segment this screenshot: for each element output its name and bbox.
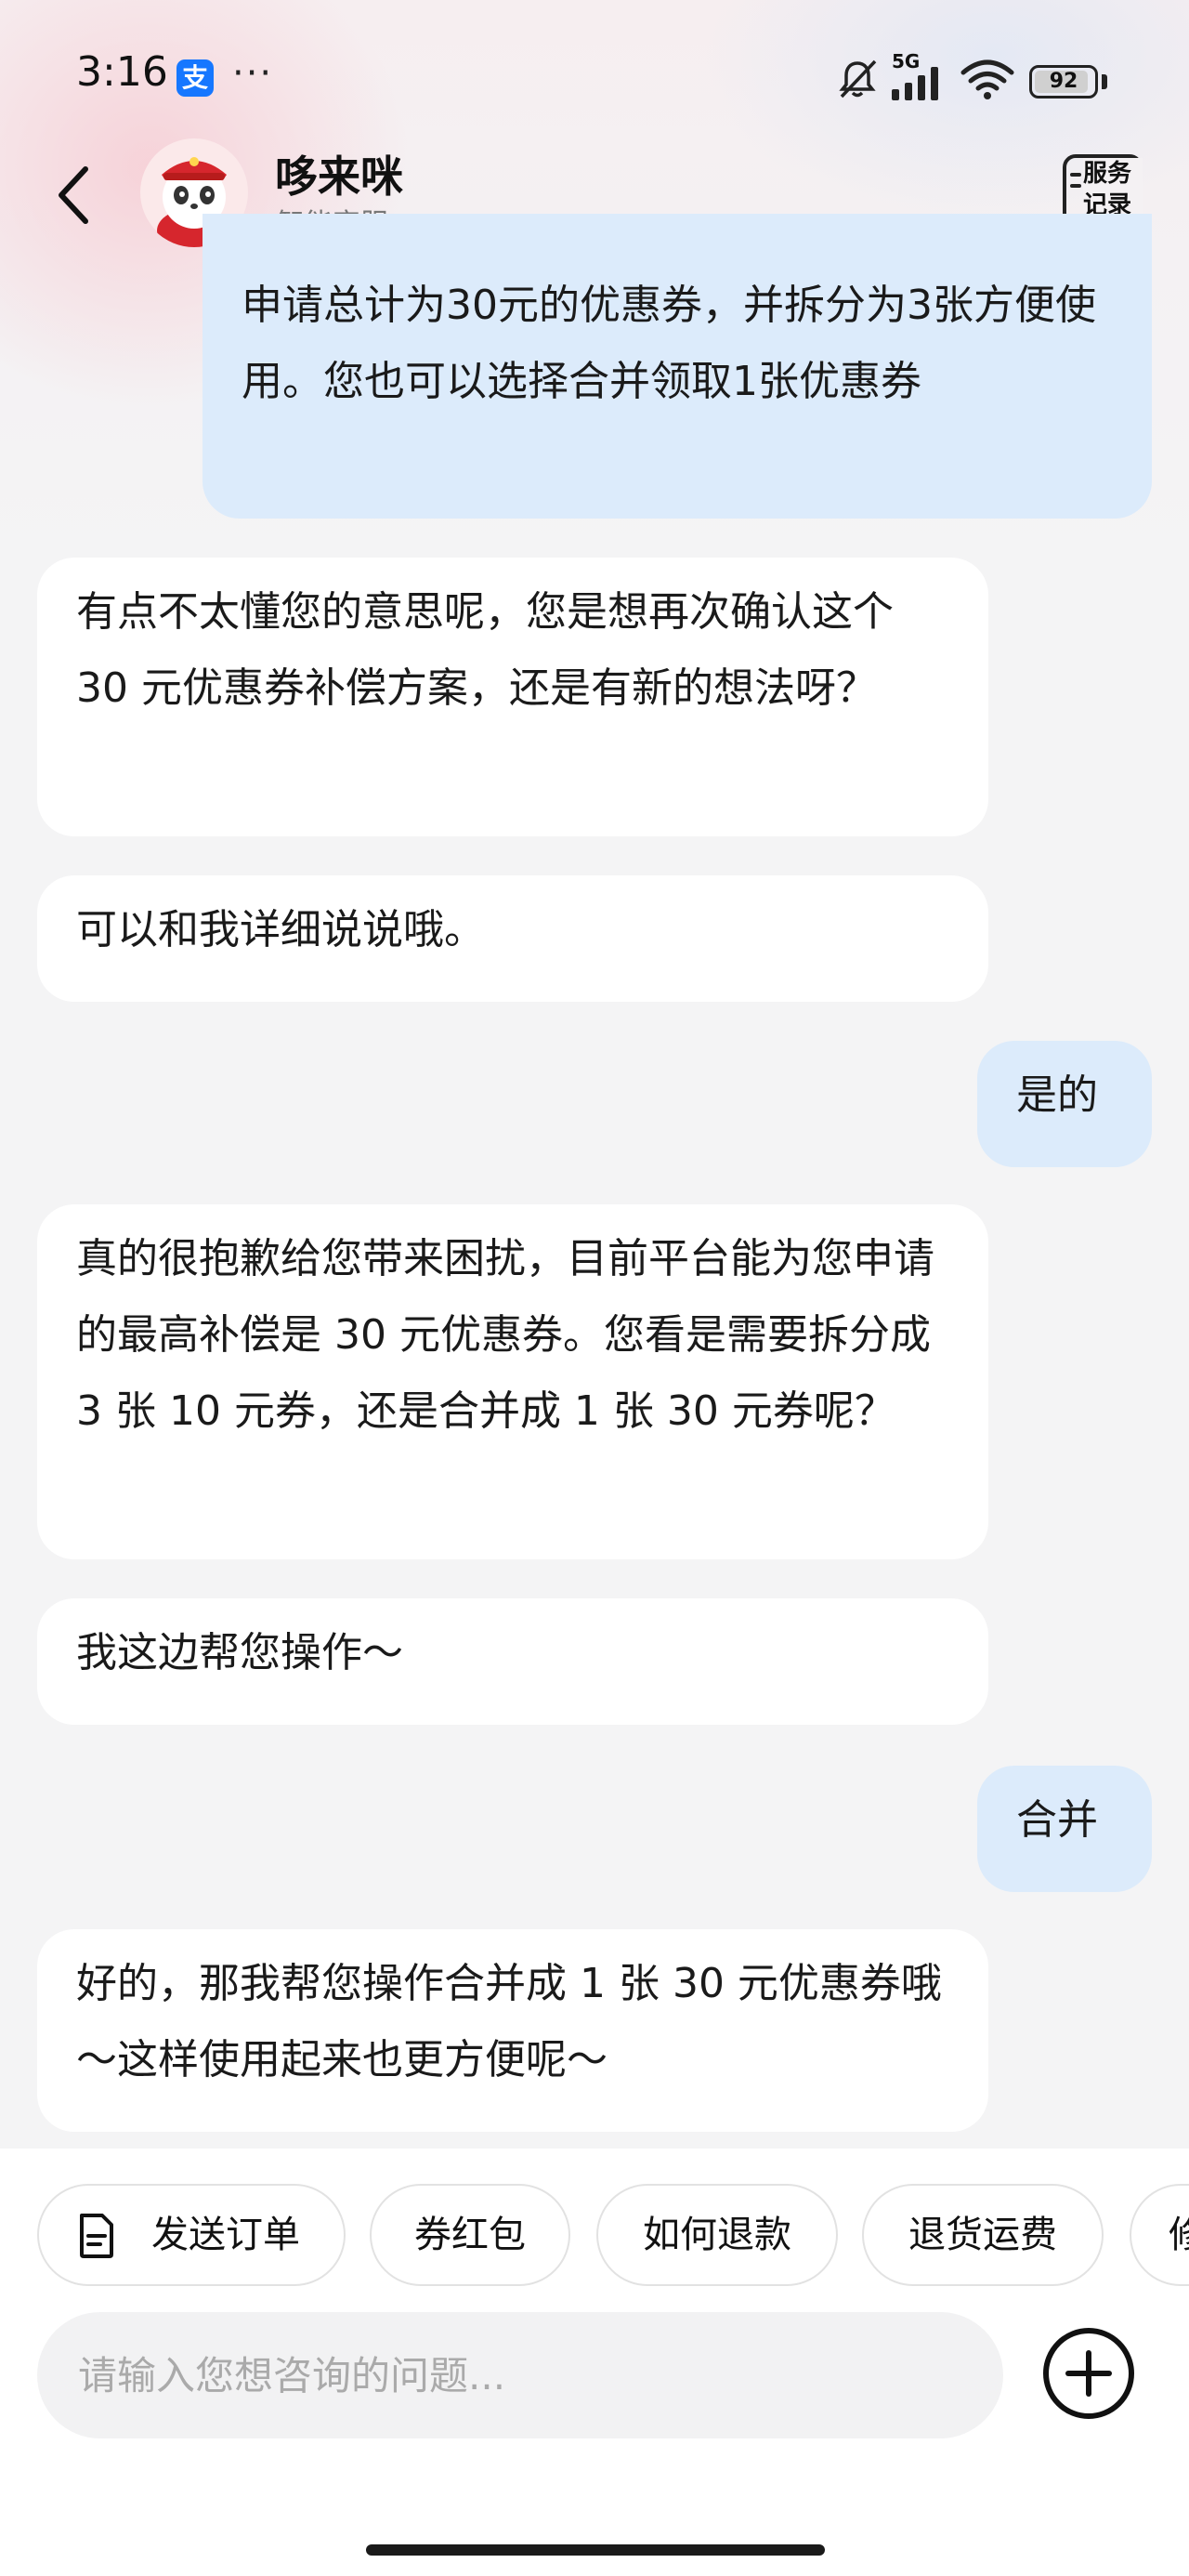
quick-action-more[interactable]: 修 — [1130, 2184, 1189, 2286]
quick-action-bar[interactable]: 发送订单 券红包 如何退款 退货运费 修 — [37, 2184, 1189, 2288]
message-text: 合并 — [1016, 1796, 1098, 1844]
message-text: 我这边帮您操作～ — [76, 1629, 403, 1676]
status-bar: 3:16 支 ··· 5G 92 — [0, 0, 1189, 149]
message-list[interactable]: 申请总计为30元的优惠券，并拆分为3张方便使用。您也可以选择合并领取1张优惠券 … — [0, 214, 1189, 2147]
quick-action-refund[interactable]: 如何退款 — [596, 2184, 838, 2286]
mute-bell-icon — [839, 59, 877, 99]
plus-icon[interactable] — [1040, 2325, 1137, 2422]
bot-message-bubble: 可以和我详细说说哦。 — [37, 875, 988, 1002]
user-message-bubble: 是的 — [977, 1041, 1152, 1167]
quick-action-coupon[interactable]: 券红包 — [370, 2184, 570, 2286]
question-input[interactable] — [37, 2312, 1003, 2438]
more-notifications-icon: ··· — [232, 52, 274, 95]
battery-tip — [1102, 74, 1107, 89]
cellular-signal-icon — [892, 67, 938, 100]
message-text: 好的，那我帮您操作合并成 1 张 30 元优惠券哦～这样使用起来也更方便呢～ — [76, 1960, 942, 2083]
chip-label: 发送订单 — [151, 2214, 300, 2256]
message-text: 可以和我详细说说哦。 — [76, 906, 485, 953]
back-button[interactable] — [46, 158, 102, 232]
service-record-label: 服务 记录 — [1083, 158, 1143, 221]
bot-message-bubble: 真的很抱歉给您带来困扰，目前平台能为您申请的最高补偿是 30 元优惠券。您看是需… — [37, 1204, 988, 1559]
wifi-icon — [960, 59, 1014, 99]
bot-message-bubble: 好的，那我帮您操作合并成 1 张 30 元优惠券哦～这样使用起来也更方便呢～ — [37, 1929, 988, 2132]
message-text: 有点不太懂您的意思呢，您是想再次确认这个 30 元优惠券补偿方案，还是有新的想法… — [76, 588, 894, 712]
battery-level-text: 92 — [1049, 70, 1078, 93]
message-text: 申请总计为30元的优惠券，并拆分为3张方便使用。您也可以选择合并领取1张优惠券 — [242, 282, 1096, 405]
alipay-notification-icon: 支 — [176, 59, 214, 97]
user-message-bubble: 合并 — [977, 1766, 1152, 1892]
battery-icon: 92 — [1029, 65, 1098, 99]
status-time: 3:16 — [76, 48, 168, 96]
bottom-panel: 发送订单 券红包 如何退款 退货运费 修 — [0, 2149, 1189, 2576]
input-row — [37, 2312, 1161, 2442]
bot-message-bubble: 有点不太懂您的意思呢，您是想再次确认这个 30 元优惠券补偿方案，还是有新的想法… — [37, 558, 988, 836]
quick-action-return-shipping[interactable]: 退货运费 — [862, 2184, 1104, 2286]
chip-label: 修 — [1169, 2214, 1189, 2256]
user-message-bubble: 申请总计为30元的优惠券，并拆分为3张方便使用。您也可以选择合并领取1张优惠券 — [203, 214, 1152, 519]
bot-message-bubble: 我这边帮您操作～ — [37, 1598, 988, 1725]
chat-title: 哆来咪 — [275, 151, 403, 202]
chip-label: 券红包 — [414, 2214, 526, 2256]
chip-label: 如何退款 — [643, 2214, 791, 2256]
record-label-line1: 服务 — [1083, 160, 1132, 188]
message-text: 真的很抱歉给您带来困扰，目前平台能为您申请的最高补偿是 30 元优惠券。您看是需… — [76, 1235, 934, 1435]
home-indicator[interactable] — [366, 2544, 825, 2556]
chip-label: 退货运费 — [908, 2214, 1057, 2256]
chat-screen: 3:16 支 ··· 5G 92 哆来咪 服务 记录 申请总计为30元的优惠券，… — [0, 0, 1189, 2576]
message-text: 是的 — [1016, 1071, 1098, 1119]
system-icons: 5G 92 — [834, 50, 1141, 100]
document-icon — [80, 2214, 113, 2258]
quick-action-send-order[interactable]: 发送订单 — [37, 2184, 346, 2286]
list-icon — [1070, 173, 1083, 195]
